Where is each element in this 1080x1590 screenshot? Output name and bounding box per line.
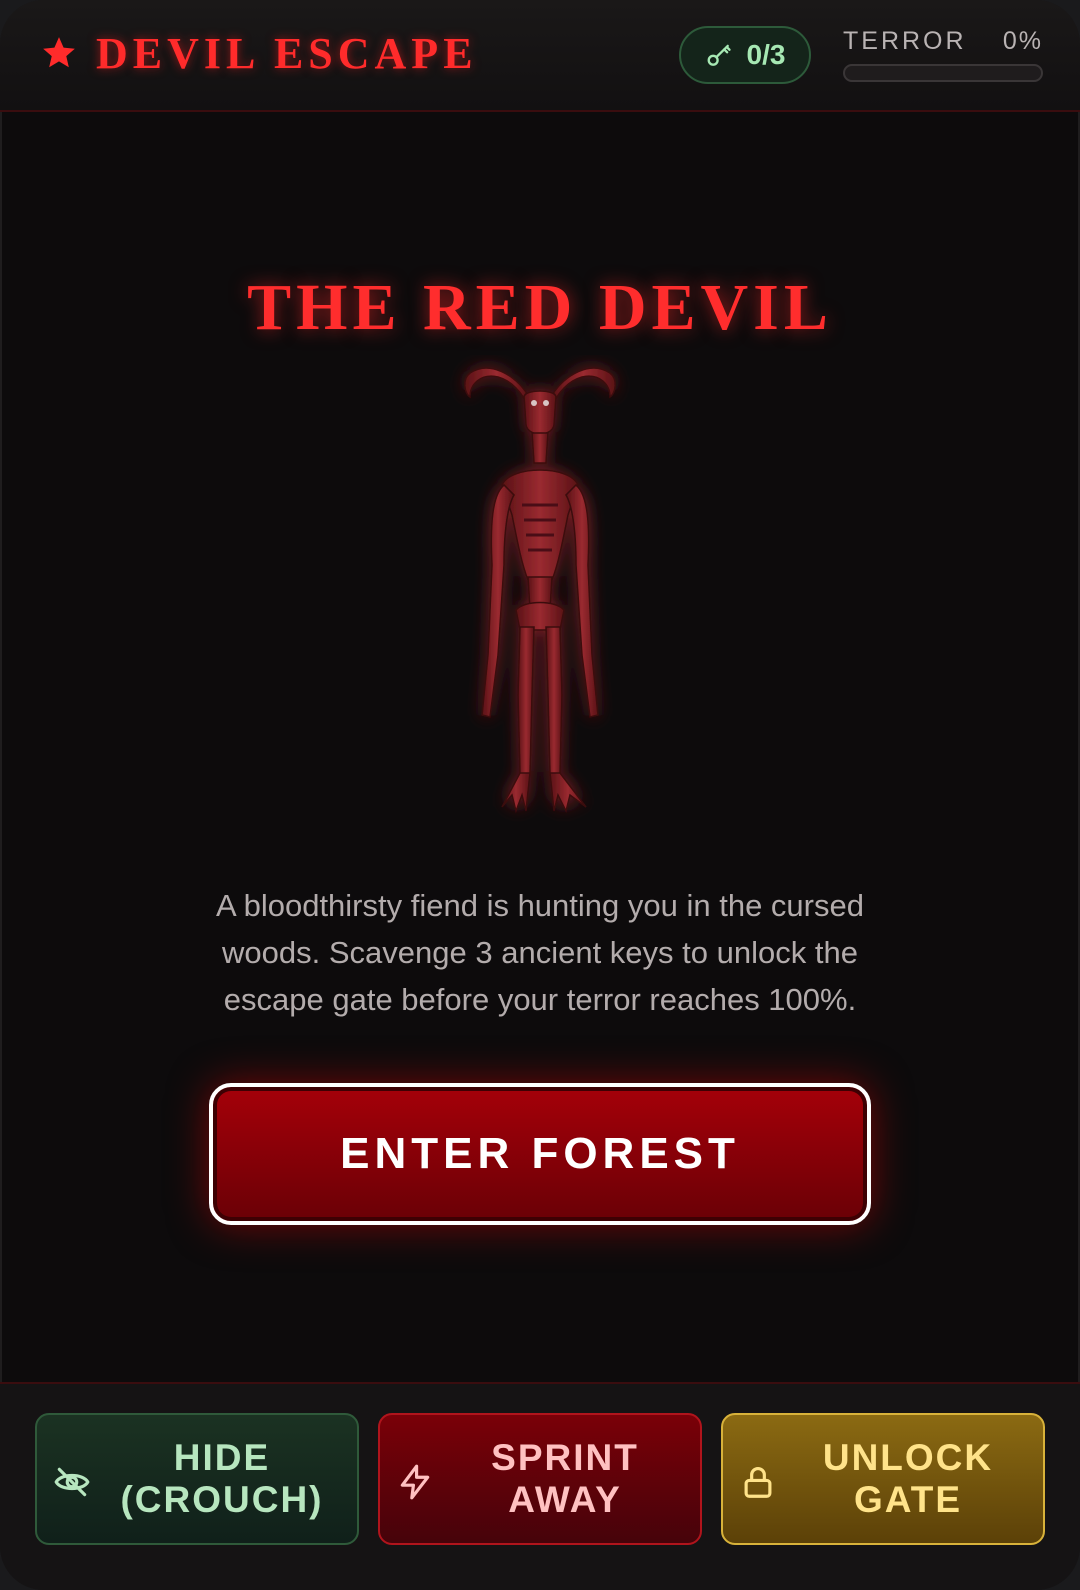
unlock-gate-button[interactable]: UNLOCK GATE: [721, 1413, 1045, 1545]
keys-counter: 0/3: [679, 26, 811, 84]
keys-count: 0/3: [746, 39, 786, 70]
villain-title: THE RED DEVIL: [247, 271, 833, 344]
intro-description: A bloodthirsty fiend is hunting you in t…: [216, 888, 864, 1017]
eye-off-icon: [54, 1467, 90, 1497]
lightning-icon: [400, 1464, 430, 1500]
sprint-away-label: SPRINT AWAY: [491, 1437, 639, 1520]
hide-crouch-label: HIDE (CROUCH): [120, 1437, 324, 1520]
terror-label: TERROR: [843, 27, 967, 55]
enter-forest-button[interactable]: ENTER FOREST: [209, 1083, 871, 1225]
game-screen: DEVIL ESCAPE 0/3 TERROR 0% THE RED DEVIL: [0, 0, 1080, 1590]
red-devil-image: [464, 367, 616, 814]
hide-crouch-button[interactable]: HIDE (CROUCH): [35, 1413, 359, 1545]
top-bar: DEVIL ESCAPE 0/3 TERROR 0%: [0, 0, 1080, 112]
unlock-gate-label: UNLOCK GATE: [822, 1437, 994, 1520]
lock-icon: [744, 1466, 772, 1498]
sprint-away-button[interactable]: SPRINT AWAY: [378, 1413, 702, 1545]
terror-value: 0%: [1002, 27, 1043, 55]
star-icon: [43, 37, 75, 68]
terror-meter: [843, 64, 1043, 82]
key-icon: [707, 44, 731, 66]
game-title: DEVIL ESCAPE: [96, 29, 478, 78]
